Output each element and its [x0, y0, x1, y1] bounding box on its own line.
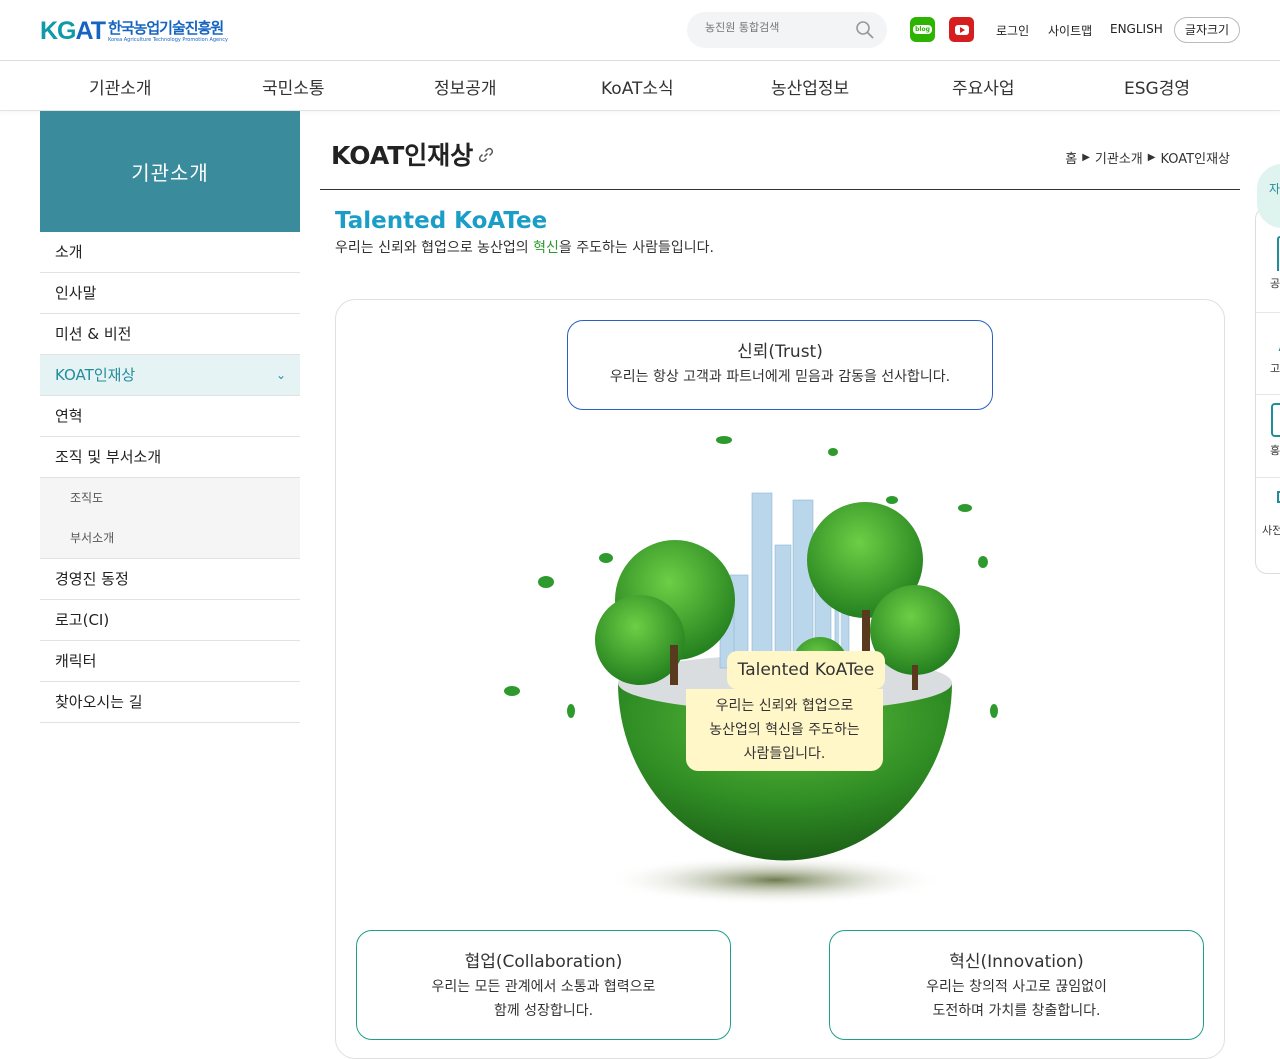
quick-item-announcement[interactable]: 공 — [1258, 235, 1280, 291]
blog-icon[interactable]: blog — [910, 17, 935, 42]
sitemap-link[interactable]: 사이트맵 — [1048, 22, 1092, 39]
gnb-item-news[interactable]: KoAT소식 — [601, 74, 674, 99]
breadcrumb-home[interactable]: 홈 — [1065, 148, 1077, 167]
breadcrumb: 홈 ▶ 기관소개 ▶ KOAT인재상 — [1065, 148, 1230, 167]
sidebar-item-directions[interactable]: 찾아오시는 길 — [40, 682, 300, 723]
sidebar-item-intro[interactable]: 소개 — [40, 232, 300, 273]
center-line-1: 우리는 신뢰와 협업으로 — [715, 698, 854, 714]
gnb-item-esg[interactable]: ESG경영 — [1124, 74, 1190, 99]
gnb-item-communication[interactable]: 국민소통 — [262, 74, 325, 99]
sidebar-item-logo[interactable]: 로고(CI) — [40, 600, 300, 641]
sidebar-menu: 소개 인사말 미션 & 비전 KOAT인재상 ⌄ 연혁 조직 및 부서소개 조직… — [40, 232, 300, 723]
breadcrumb-about[interactable]: 기관소개 — [1095, 148, 1143, 167]
value-innov-title: 혁신(Innovation) — [949, 952, 1084, 972]
search-icon[interactable] — [855, 20, 875, 40]
link-icon[interactable] — [477, 146, 495, 164]
book-icon — [1277, 491, 1280, 503]
value-innov-desc-1: 우리는 창의적 사고로 끊임없이 — [926, 979, 1107, 995]
megaphone-icon — [1278, 347, 1280, 351]
gnb-item-disclosure[interactable]: 정보공개 — [434, 74, 497, 99]
center-tag: Talented KoATee — [727, 651, 885, 689]
header: KGAT 한국농업기술진흥원 Korea Agriculture Technol… — [0, 0, 1280, 61]
quick-item-notice[interactable]: 고 — [1258, 330, 1280, 376]
logo-mark: KGAT — [40, 17, 106, 45]
youtube-icon[interactable] — [949, 17, 974, 42]
sidebar-item-greeting[interactable]: 인사말 — [40, 273, 300, 314]
site-logo[interactable]: KGAT 한국농업기술진흥원 Korea Agriculture Technol… — [40, 17, 228, 46]
font-size-button[interactable]: 글자크기 — [1174, 17, 1240, 43]
sidebar-title: 기관소개 — [40, 111, 300, 232]
value-innov-desc-2: 도전하며 가치를 창출합니다. — [932, 1003, 1101, 1019]
page-title: KOAT인재상 — [331, 141, 474, 170]
login-link[interactable]: 로그인 — [996, 22, 1029, 39]
breadcrumb-arrow-icon: ▶ — [1147, 152, 1156, 163]
section-heading: Talented KoATee — [335, 208, 548, 234]
section-description: 우리는 신뢰와 협업으로 농산업의 혁신을 주도하는 사람들입니다. — [335, 240, 714, 256]
sidebar-item-talent-label: KOAT인재상 — [55, 366, 136, 384]
breadcrumb-arrow-icon: ▶ — [1082, 152, 1090, 163]
center-line-3: 사람들입니다. — [743, 746, 826, 762]
sidebar-item-history[interactable]: 연혁 — [40, 396, 300, 437]
english-link[interactable]: ENGLISH — [1110, 22, 1163, 36]
search-input[interactable] — [705, 21, 845, 34]
breadcrumb-current: KOAT인재상 — [1160, 152, 1230, 167]
sidebar-item-character[interactable]: 캐릭터 — [40, 641, 300, 682]
value-trust: 신뢰(Trust) 우리는 항상 고객과 파트너에게 믿음과 감동을 선사합니다… — [567, 320, 993, 410]
center-line-2: 농산업의 혁신을 주도하는 — [709, 722, 860, 738]
sidebar-item-mission[interactable]: 미션 & 비전 — [40, 314, 300, 355]
sidebar-sub-departments[interactable]: 부서소개 — [40, 518, 300, 558]
tablet-icon — [1271, 403, 1280, 437]
value-collab-title: 협업(Collaboration) — [464, 952, 623, 972]
logo-korean: 한국농업기술진흥원 — [107, 18, 224, 37]
document-icon — [1277, 236, 1280, 271]
sidebar-item-organization[interactable]: 조직 및 부서소개 — [40, 437, 300, 478]
gnb-item-agri-info[interactable]: 농산업정보 — [771, 74, 849, 99]
blog-icon-label: blog — [913, 25, 932, 34]
search-box — [687, 12, 887, 48]
quick-item-dictionary[interactable]: 사전 — [1258, 488, 1280, 538]
sidebar-item-talent[interactable]: KOAT인재상 ⌄ — [40, 355, 300, 396]
chevron-down-icon: ⌄ — [275, 368, 286, 382]
sidebar-sub-orgchart[interactable]: 조직도 — [40, 478, 300, 518]
gnb-item-business[interactable]: 주요사업 — [952, 74, 1015, 99]
value-collab-desc-1: 우리는 모든 관계에서 소통과 협력으로 — [431, 979, 656, 995]
gnb-item-about[interactable]: 기관소개 — [89, 74, 152, 99]
sidebar-submenu: 조직도 부서소개 — [40, 478, 300, 559]
center-message: 우리는 신뢰와 협업으로 농산업의 혁신을 주도하는 사람들입니다. — [686, 689, 883, 771]
sidebar-item-executive[interactable]: 경영진 동정 — [40, 559, 300, 600]
logo-english: Korea Agriculture Technology Promotion A… — [107, 36, 229, 43]
logo-text: 한국농업기술진흥원 Korea Agriculture Technology P… — [107, 18, 229, 43]
title-divider — [320, 189, 1240, 190]
value-collab-desc-2: 함께 성장합니다. — [493, 1003, 594, 1019]
value-trust-title: 신뢰(Trust) — [737, 342, 823, 362]
value-trust-desc: 우리는 항상 고객과 파트너에게 믿음과 감동을 선사합니다. — [609, 369, 951, 385]
quick-item-pr[interactable]: 홍 — [1258, 402, 1280, 458]
main-nav: 기관소개 국민소통 정보공개 KoAT소식 농산업정보 주요사업 ESG경영 — [0, 61, 1280, 111]
